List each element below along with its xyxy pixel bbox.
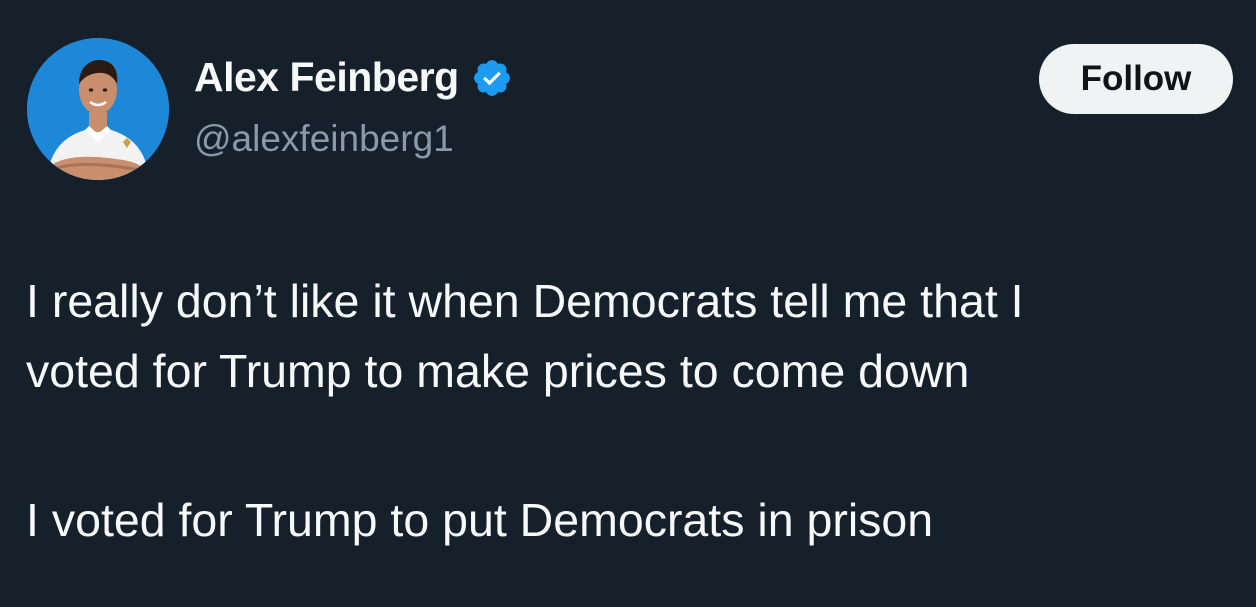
paragraph-break — [26, 406, 1236, 485]
author-display-name[interactable]: Alex Feinberg — [194, 54, 459, 101]
tweet-text: I really don’t like it when Democrats te… — [26, 266, 1236, 555]
author-handle[interactable]: @alexfeinberg1 — [194, 118, 454, 160]
tweet-text-line: I voted for Trump to put Democrats in pr… — [26, 494, 934, 546]
author-avatar[interactable] — [27, 38, 169, 180]
tweet-card: Alex Feinberg @alexfeinberg1 Follow I re… — [0, 0, 1256, 607]
author-name-row: Alex Feinberg — [194, 54, 513, 101]
tweet-text-line: voted for Trump to make prices to come d… — [26, 345, 970, 397]
verified-badge-icon — [471, 57, 513, 99]
follow-button[interactable]: Follow — [1039, 44, 1233, 114]
avatar-image — [27, 38, 169, 180]
tweet-text-line: I really don’t like it when Democrats te… — [26, 275, 1024, 327]
